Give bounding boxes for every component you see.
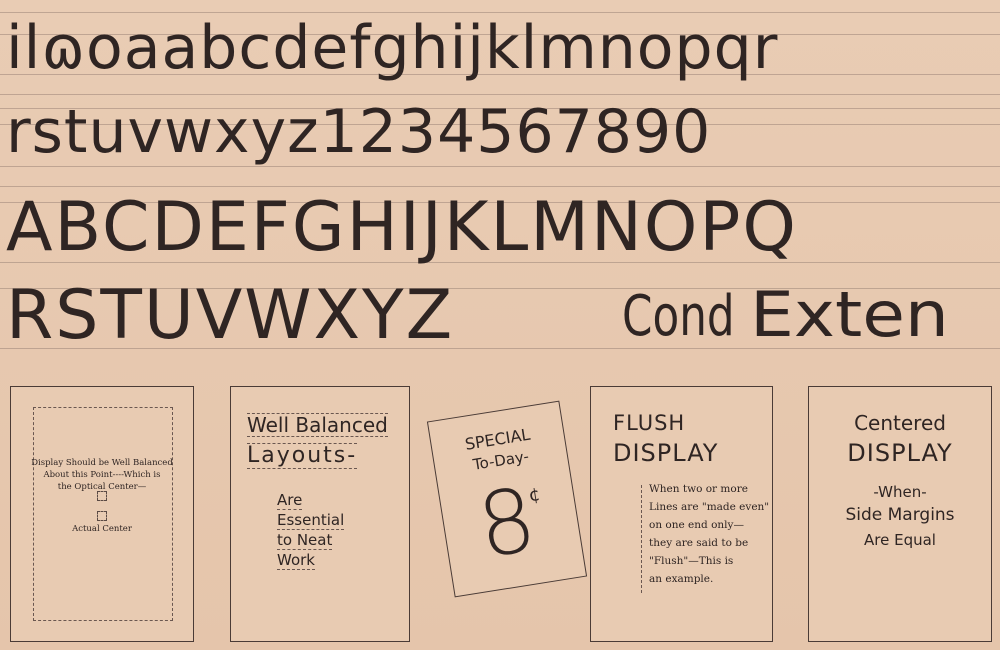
well-balanced-panel: Well Balanced Layouts- Are Essential to … — [230, 386, 410, 642]
flush-body-1: When two or more — [649, 483, 748, 495]
centered-line-3: -When- — [873, 483, 927, 501]
centered-line-2: DISPLAY — [847, 439, 953, 467]
optical-center-marker — [97, 491, 107, 501]
balanced-word-2: Essential — [277, 511, 345, 530]
flush-body-4: they are said to be — [649, 537, 749, 549]
flush-display-panel: FLUSH DISPLAY When two or more Lines are… — [590, 386, 773, 642]
uppercase-row-2: RSTUVWXYZ — [6, 276, 455, 355]
balanced-line-2: Layouts- — [247, 443, 358, 469]
optical-line-1: Display Should be Well Balanced — [31, 458, 173, 468]
special-cent-symbol: ¢ — [527, 483, 542, 507]
flush-body-2: Lines are "made even" — [649, 501, 770, 513]
uppercase-row-1: ABCDEFGHIJKLMNOPQ — [6, 188, 798, 267]
centered-line-4: Side Margins — [845, 505, 955, 525]
condensed-sample: Cond — [622, 284, 735, 349]
flush-line-1: FLUSH — [613, 411, 686, 435]
flush-body-6: an example. — [649, 573, 714, 585]
optical-center-panel: Display Should be Well Balanced About th… — [10, 386, 194, 642]
balanced-word-3: to Neat — [277, 531, 333, 550]
actual-center-marker — [97, 511, 107, 521]
centered-line-1: Centered — [854, 411, 946, 435]
flush-body-5: "Flush"—This is — [649, 555, 734, 567]
extended-sample: Exten — [750, 278, 949, 351]
guide-line — [0, 186, 1000, 187]
actual-center-label: Actual Center — [72, 524, 132, 534]
lowercase-row-1: ilɷoaabcdefghijklmnopqr — [6, 13, 779, 83]
balanced-word-4: Work — [277, 551, 315, 570]
lettering-plate: ilɷoaabcdefghijklmnopqr rstuvwxyz1234567… — [0, 0, 1000, 650]
centered-display-panel: Centered DISPLAY -When- Side Margins Are… — [808, 386, 992, 642]
balanced-line-1: Well Balanced — [247, 413, 388, 437]
flush-line-2: DISPLAY — [613, 439, 719, 467]
flush-margin-line — [641, 485, 643, 593]
lowercase-numerals-row: rstuvwxyz1234567890 — [6, 97, 712, 167]
balanced-word-1: Are — [277, 491, 303, 510]
optical-line-2: About this Point----Which is — [43, 470, 161, 480]
centered-line-5: Are Equal — [864, 531, 936, 549]
special-today-card: SPECIAL To-Day- 8 ¢ — [426, 400, 588, 598]
flush-body-3: on one end only— — [649, 519, 744, 531]
